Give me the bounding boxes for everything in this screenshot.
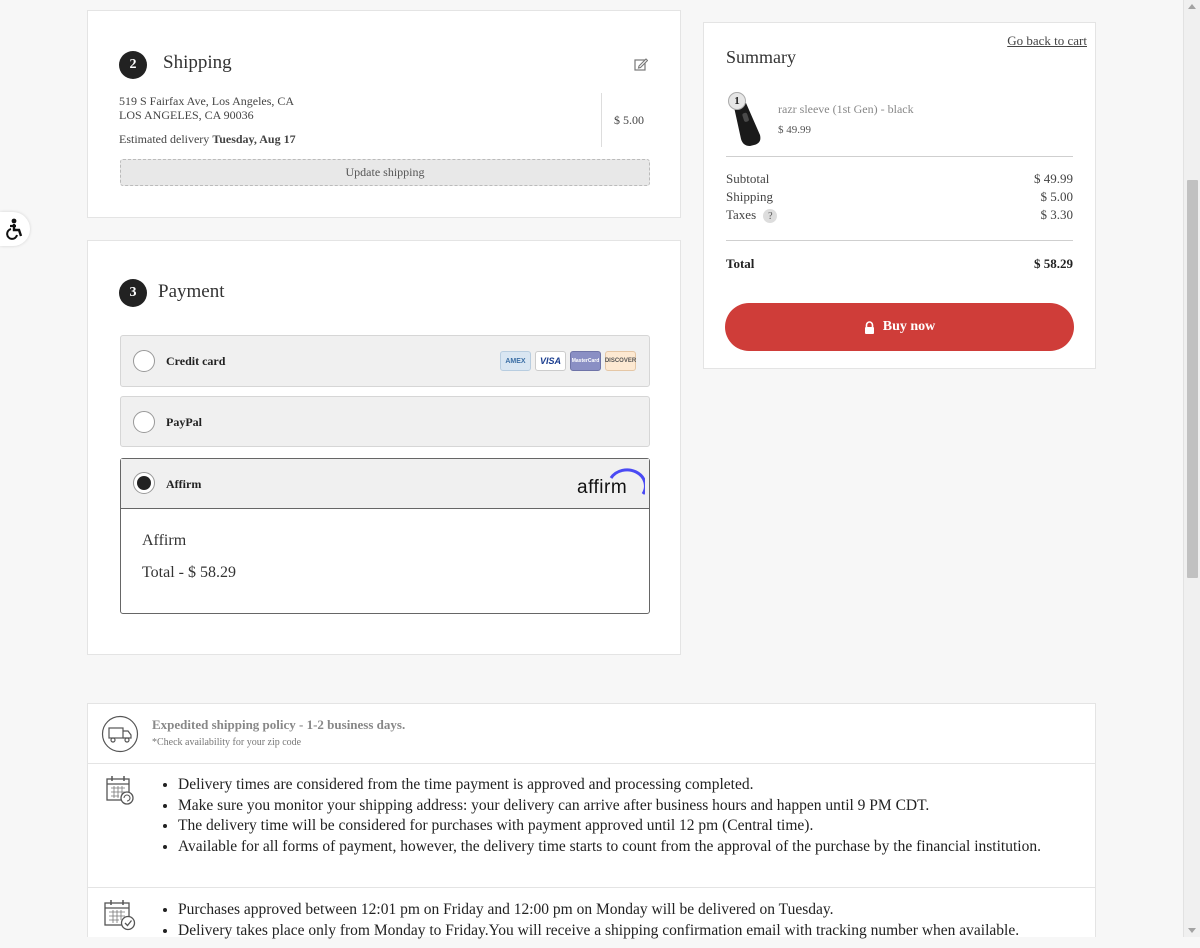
- mastercard-icon: MasterCard: [570, 351, 601, 371]
- shipping-address-line2: LOS ANGELES, CA 90036: [119, 108, 254, 122]
- affirm-logo-text: affirm: [577, 477, 628, 498]
- cart-item-name: razr sleeve (1st Gen) - black: [778, 102, 914, 116]
- lock-icon: [864, 320, 874, 334]
- policy-header: Expedited shipping policy - 1-2 business…: [88, 704, 1095, 764]
- calendar-refresh-icon: [106, 776, 134, 805]
- discover-icon: DISCOVER: [605, 351, 636, 371]
- summary-title: Summary: [726, 47, 796, 67]
- amex-icon: AMEX: [500, 351, 531, 371]
- policy-block-2: Purchases approved between 12:01 pm on F…: [88, 888, 1095, 948]
- payment-section: 3 Payment Credit card AMEX VISA MasterCa…: [87, 240, 681, 655]
- affirm-details-total: Total - $ 58.29: [142, 564, 236, 581]
- estimated-delivery-date: Tuesday, Aug 17: [212, 132, 296, 146]
- taxes-row: Taxes ? $ 3.30: [726, 207, 1074, 224]
- shipping-divider: [601, 93, 602, 147]
- payment-option-affirm[interactable]: Affirm affirm Affirm Total - $ 58.29: [120, 458, 650, 614]
- buy-now-button[interactable]: Buy now: [725, 303, 1074, 351]
- credit-card-label: Credit card: [166, 354, 226, 368]
- affirm-logo: affirm: [577, 467, 645, 499]
- total-value: $ 58.29: [1034, 256, 1073, 271]
- edit-icon[interactable]: [634, 57, 648, 71]
- shipping-summary-value: $ 5.00: [1040, 189, 1074, 204]
- shipping-row: Shipping $ 5.00: [726, 189, 1073, 205]
- shipping-title: Shipping: [163, 52, 232, 73]
- affirm-radio[interactable]: [133, 472, 155, 494]
- shipping-summary-label: Shipping: [726, 189, 773, 204]
- subtotal-value: $ 49.99: [1034, 171, 1073, 186]
- policy-item: Delivery takes place only from Monday to…: [178, 921, 1098, 942]
- taxes-help-icon[interactable]: ?: [763, 209, 778, 224]
- policy-block-1: Delivery times are considered from the t…: [88, 764, 1095, 888]
- truck-icon: [101, 715, 139, 753]
- estimated-delivery: Estimated delivery Tuesday, Aug 17: [119, 132, 296, 147]
- policy-item: Purchases approved between 12:01 pm on F…: [178, 900, 1098, 921]
- calendar-check-icon: [104, 900, 136, 931]
- payment-title: Payment: [158, 281, 225, 302]
- shipping-policy-section: Expedited shipping policy - 1-2 business…: [87, 703, 1096, 939]
- policy-list-1: Delivery times are considered from the t…: [158, 775, 1078, 858]
- policy-item: Delivery times are considered from the t…: [178, 775, 1078, 796]
- scroll-up-arrow[interactable]: [1188, 4, 1196, 9]
- policy-subtitle: *Check availability for your zip code: [152, 737, 302, 748]
- total-row: Total $ 58.29: [726, 256, 1073, 272]
- payment-option-credit-card[interactable]: Credit card AMEX VISA MasterCard DISCOVE…: [120, 335, 650, 387]
- cart-item-price: $ 49.99: [778, 124, 811, 136]
- policy-list-2: Purchases approved between 12:01 pm on F…: [158, 900, 1098, 941]
- subtotal-label: Subtotal: [726, 171, 770, 186]
- taxes-value: $ 3.30: [1040, 207, 1074, 222]
- total-label: Total: [726, 256, 755, 271]
- cart-item: 1 razr sleeve (1st Gen) - black $ 49.99: [726, 91, 1075, 147]
- summary-section: Summary Go back to cart 1 razr sleeve (1…: [703, 22, 1096, 369]
- affirm-header[interactable]: Affirm affirm: [121, 459, 649, 509]
- scrollbar-thumb[interactable]: [1187, 180, 1198, 578]
- summary-divider-bottom: [726, 240, 1073, 241]
- buy-now-label: Buy now: [882, 319, 936, 334]
- estimated-delivery-label: Estimated delivery: [119, 132, 213, 146]
- paypal-radio[interactable]: [133, 411, 155, 433]
- taxes-label: Taxes: [726, 207, 757, 222]
- policy-title: Expedited shipping policy - 1-2 business…: [152, 717, 406, 732]
- go-back-to-cart-link[interactable]: Go back to cart: [1007, 33, 1087, 49]
- payment-step-badge: 3: [119, 279, 147, 307]
- update-shipping-button[interactable]: Update shipping: [120, 159, 650, 186]
- payment-option-paypal[interactable]: PayPal: [120, 396, 650, 447]
- shipping-step-badge: 2: [119, 51, 147, 79]
- summary-divider-top: [726, 156, 1073, 157]
- shipping-section: 2 Shipping 519 S Fairfax Ave, Los Angele…: [87, 10, 681, 218]
- shipping-price: $ 5.00: [614, 113, 644, 127]
- cart-item-quantity-badge: 1: [728, 92, 746, 110]
- credit-card-radio[interactable]: [133, 350, 155, 372]
- accessibility-button[interactable]: [0, 212, 30, 246]
- affirm-details-title: Affirm: [142, 532, 187, 549]
- policy-item: Make sure you monitor your shipping addr…: [178, 796, 1078, 817]
- visa-icon: VISA: [535, 351, 566, 371]
- subtotal-row: Subtotal $ 49.99: [726, 171, 1073, 187]
- affirm-label: Affirm: [166, 477, 202, 491]
- page-scrollbar[interactable]: [1183, 0, 1200, 937]
- paypal-label: PayPal: [166, 415, 202, 429]
- policy-item: The delivery time will be considered for…: [178, 816, 1078, 837]
- policy-item: Available for all forms of payment, howe…: [178, 837, 1078, 858]
- accessibility-icon: [6, 218, 23, 240]
- scroll-down-arrow[interactable]: [1188, 928, 1196, 933]
- shipping-address-line1: 519 S Fairfax Ave, Los Angeles, CA: [119, 94, 295, 108]
